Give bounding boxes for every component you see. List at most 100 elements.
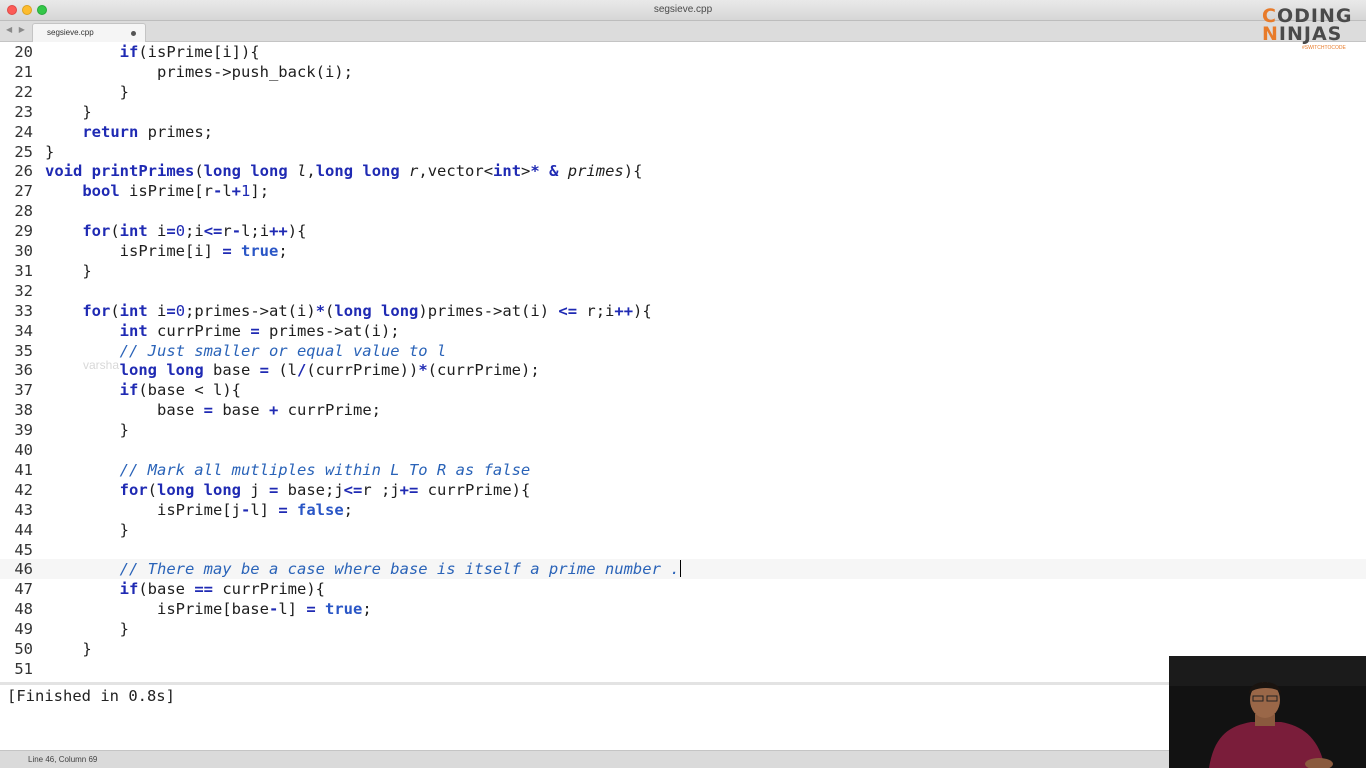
- title-bar: segsieve.cpp: [0, 0, 1366, 21]
- code-text[interactable]: for(int i=0;primes->at(i)*(long long)pri…: [45, 301, 651, 321]
- logo-line-2-rest: INJAS: [1278, 23, 1343, 45]
- code-text[interactable]: }: [45, 639, 91, 659]
- code-line[interactable]: 28: [0, 201, 1366, 221]
- code-line[interactable]: 48 isPrime[base-l] = true;: [0, 599, 1366, 619]
- code-line[interactable]: 21 primes->push_back(i);: [0, 62, 1366, 82]
- code-line[interactable]: 50 }: [0, 639, 1366, 659]
- line-number[interactable]: 47: [0, 579, 33, 599]
- code-text[interactable]: isPrime[j-l] = false;: [45, 500, 353, 520]
- code-text[interactable]: }: [45, 102, 91, 122]
- line-number[interactable]: 48: [0, 599, 33, 619]
- code-text[interactable]: if(isPrime[i]){: [45, 42, 260, 62]
- line-number[interactable]: 28: [0, 201, 33, 221]
- code-text[interactable]: int currPrime = primes->at(i);: [45, 321, 400, 341]
- code-line[interactable]: 39 }: [0, 420, 1366, 440]
- code-line[interactable]: 43 isPrime[j-l] = false;: [0, 500, 1366, 520]
- code-line[interactable]: 40: [0, 440, 1366, 460]
- line-number[interactable]: 30: [0, 241, 33, 261]
- code-text[interactable]: }: [45, 619, 129, 639]
- code-text[interactable]: long long base = (l/(currPrime))*(currPr…: [45, 360, 540, 380]
- line-number[interactable]: 26: [0, 161, 33, 181]
- line-number[interactable]: 41: [0, 460, 33, 480]
- line-number[interactable]: 29: [0, 221, 33, 241]
- line-number[interactable]: 20: [0, 42, 33, 62]
- code-line[interactable]: 41 // Mark all mutliples within L To R a…: [0, 460, 1366, 480]
- line-number[interactable]: 25: [0, 142, 33, 162]
- code-text[interactable]: }: [45, 261, 91, 281]
- line-number[interactable]: 40: [0, 440, 33, 460]
- code-text[interactable]: }: [45, 142, 54, 162]
- code-text[interactable]: for(int i=0;i<=r-l;i++){: [45, 221, 306, 241]
- line-number[interactable]: 36: [0, 360, 33, 380]
- code-text[interactable]: isPrime[i] = true;: [45, 241, 288, 261]
- code-text[interactable]: // Just smaller or equal value to l: [45, 341, 447, 361]
- code-line[interactable]: 25}: [0, 142, 1366, 162]
- line-number[interactable]: 35: [0, 341, 33, 361]
- code-text[interactable]: if(base == currPrime){: [45, 579, 325, 599]
- code-text[interactable]: }: [45, 420, 129, 440]
- code-text[interactable]: }: [45, 82, 129, 102]
- tab-bar: ◀ ▶ segsieve.cpp: [0, 21, 1366, 42]
- line-number[interactable]: 49: [0, 619, 33, 639]
- code-line[interactable]: 27 bool isPrime[r-l+1];: [0, 181, 1366, 201]
- code-text[interactable]: void printPrimes(long long l,long long r…: [45, 161, 642, 181]
- line-number[interactable]: 31: [0, 261, 33, 281]
- code-line[interactable]: 26 void printPrimes(long long l,long long…: [0, 161, 1366, 181]
- line-number[interactable]: 32: [0, 281, 33, 301]
- code-text[interactable]: }: [45, 520, 129, 540]
- line-number[interactable]: 21: [0, 62, 33, 82]
- code-line[interactable]: 36 long long base = (l/(currPrime))*(cur…: [0, 360, 1366, 380]
- code-line[interactable]: 31 }: [0, 261, 1366, 281]
- code-line[interactable]: 51: [0, 659, 1366, 679]
- code-line[interactable]: 35 // Just smaller or equal value to l: [0, 341, 1366, 361]
- line-number[interactable]: 51: [0, 659, 33, 679]
- line-number[interactable]: 34: [0, 321, 33, 341]
- line-number[interactable]: 23: [0, 102, 33, 122]
- line-number[interactable]: 43: [0, 500, 33, 520]
- line-number[interactable]: 38: [0, 400, 33, 420]
- unsaved-indicator-icon[interactable]: [131, 31, 136, 36]
- code-text[interactable]: for(long long j = base;j<=r ;j+= currPri…: [45, 480, 531, 500]
- code-line[interactable]: 20 if(isPrime[i]){: [0, 42, 1366, 62]
- code-text[interactable]: return primes;: [45, 122, 213, 142]
- line-number[interactable]: 46: [0, 559, 33, 579]
- code-text[interactable]: base = base + currPrime;: [45, 400, 381, 420]
- code-text[interactable]: if(base < l){: [45, 380, 241, 400]
- line-number[interactable]: 45: [0, 540, 33, 560]
- code-line[interactable]: 49 }: [0, 619, 1366, 639]
- line-number[interactable]: 44: [0, 520, 33, 540]
- code-text[interactable]: // Mark all mutliples within L To R as f…: [45, 460, 531, 480]
- code-line[interactable]: 38 base = base + currPrime;: [0, 400, 1366, 420]
- logo-hashtag: #SWITCHTOCODE: [1302, 45, 1346, 51]
- line-number[interactable]: 42: [0, 480, 33, 500]
- code-line[interactable]: 30 isPrime[i] = true;: [0, 241, 1366, 261]
- code-line[interactable]: 32: [0, 281, 1366, 301]
- code-line[interactable]: 42 for(long long j = base;j<=r ;j+= curr…: [0, 480, 1366, 500]
- code-text[interactable]: primes->push_back(i);: [45, 62, 353, 82]
- line-number[interactable]: 33: [0, 301, 33, 321]
- line-number[interactable]: 27: [0, 181, 33, 201]
- tab-nav-arrows-icon[interactable]: ◀ ▶: [6, 25, 27, 34]
- code-line[interactable]: 24 return primes;: [0, 122, 1366, 142]
- code-line[interactable]: 29 for(int i=0;i<=r-l;i++){: [0, 221, 1366, 241]
- window-title: segsieve.cpp: [653, 4, 713, 15]
- code-line[interactable]: 37 if(base < l){: [0, 380, 1366, 400]
- code-text[interactable]: // There may be a case where base is its…: [45, 559, 681, 579]
- code-text[interactable]: bool isPrime[r-l+1];: [45, 181, 269, 201]
- line-number[interactable]: 50: [0, 639, 33, 659]
- code-line[interactable]: 45: [0, 540, 1366, 560]
- code-text[interactable]: isPrime[base-l] = true;: [45, 599, 372, 619]
- code-editor[interactable]: varsha 20 if(isPrime[i]){21 primes->push…: [0, 42, 1366, 682]
- line-number[interactable]: 39: [0, 420, 33, 440]
- line-number[interactable]: 37: [0, 380, 33, 400]
- code-line[interactable]: 34 int currPrime = primes->at(i);: [0, 321, 1366, 341]
- line-number[interactable]: 22: [0, 82, 33, 102]
- code-line[interactable]: 22 }: [0, 82, 1366, 102]
- code-line[interactable]: 23 }: [0, 102, 1366, 122]
- code-line[interactable]: 46 // There may be a case where base is …: [0, 559, 1366, 580]
- code-line[interactable]: 44 }: [0, 520, 1366, 540]
- line-number[interactable]: 24: [0, 122, 33, 142]
- code-line[interactable]: 33 for(int i=0;primes->at(i)*(long long)…: [0, 301, 1366, 321]
- code-line[interactable]: 47 if(base == currPrime){: [0, 579, 1366, 599]
- tab-segsieve[interactable]: segsieve.cpp: [32, 23, 146, 42]
